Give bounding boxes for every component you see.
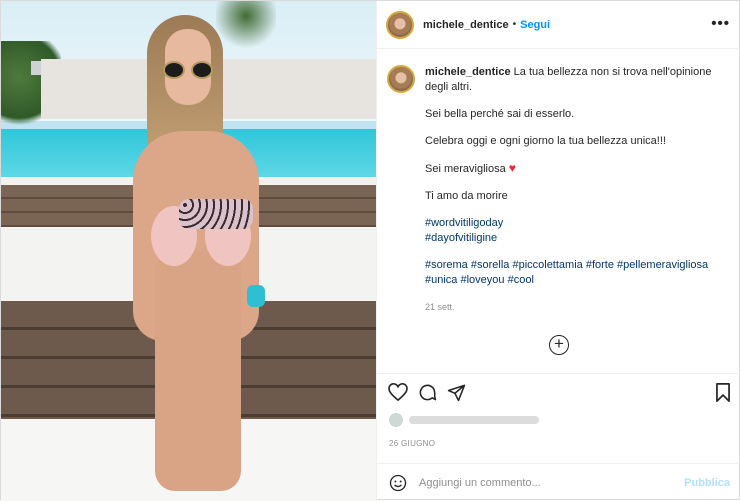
hashtag[interactable]: #pellemeravigliosa [617,259,708,271]
hashtag[interactable]: #dayofvitiligine [425,232,497,244]
publish-button[interactable]: Pubblica [684,477,730,489]
comment-bar: Pubblica [377,463,740,501]
post-date: 26 GIUGNO [389,439,436,448]
action-bar [377,373,740,409]
person-bikini [179,199,253,229]
hashtag[interactable]: #piccolettamia [512,259,582,271]
hashtag[interactable]: #cool [508,274,534,286]
red-heart-icon: ♥ [508,161,516,175]
hashtag[interactable]: #unica [425,274,457,286]
caption-line-3: Celebra oggi e ogni giorno la tua bellez… [425,135,666,147]
caption-line-5: Ti amo da morire [425,190,508,202]
likes-blurred [389,412,549,428]
person-legs [155,251,241,491]
caption-time: 21 sett. [425,302,455,312]
header-separator: • [512,19,517,30]
paper-plane-icon[interactable] [447,383,466,405]
caption: michele_dentice La tua bellezza non si t… [377,49,740,373]
sunglasses [163,61,215,79]
caption-username[interactable]: michele_dentice [425,66,511,78]
caption-text: michele_dentice La tua bellezza non si t… [425,65,725,373]
caption-line-4-row: Sei meravigliosa ♥ [425,161,725,177]
load-more-comments-button[interactable]: + [549,335,569,355]
follow-button[interactable]: Segui [520,19,550,31]
comment-icon[interactable] [418,383,437,405]
hashtag[interactable]: #sorema [425,259,468,271]
photo-person [131,11,271,501]
bookmark-icon[interactable] [715,383,731,405]
heart-outline-icon[interactable] [388,382,408,404]
caption-line-4: Sei meravigliosa [425,163,506,175]
emoji-icon[interactable] [389,474,407,492]
hashtag[interactable]: #sorella [471,259,510,271]
hashtag[interactable]: #loveyou [460,274,504,286]
caption-line-2: Sei bella perché sai di esserlo. [425,108,575,120]
comment-input[interactable] [419,476,659,489]
wristband [247,285,265,307]
liker-avatar [389,413,403,427]
caption-avatar[interactable] [387,65,415,93]
hashtags-group-1: #wordvitiligoday #dayofvitiligine [425,216,725,246]
post-photo[interactable] [1,1,376,501]
hashtag[interactable]: #wordvitiligoday [425,217,503,229]
more-options-icon[interactable]: ••• [711,15,730,32]
likes-text-blurred [409,416,539,424]
instagram-post: michele_dentice • Segui ••• michele_dent… [0,0,740,501]
avatar[interactable] [386,10,414,39]
post-details-panel: michele_dentice • Segui ••• michele_dent… [376,1,740,501]
hashtags-group-2: #sorema #sorella #piccolettamia #forte #… [425,258,725,288]
header-username[interactable]: michele_dentice [423,19,509,31]
post-header: michele_dentice • Segui ••• [377,1,740,49]
hashtag[interactable]: #forte [586,259,614,271]
